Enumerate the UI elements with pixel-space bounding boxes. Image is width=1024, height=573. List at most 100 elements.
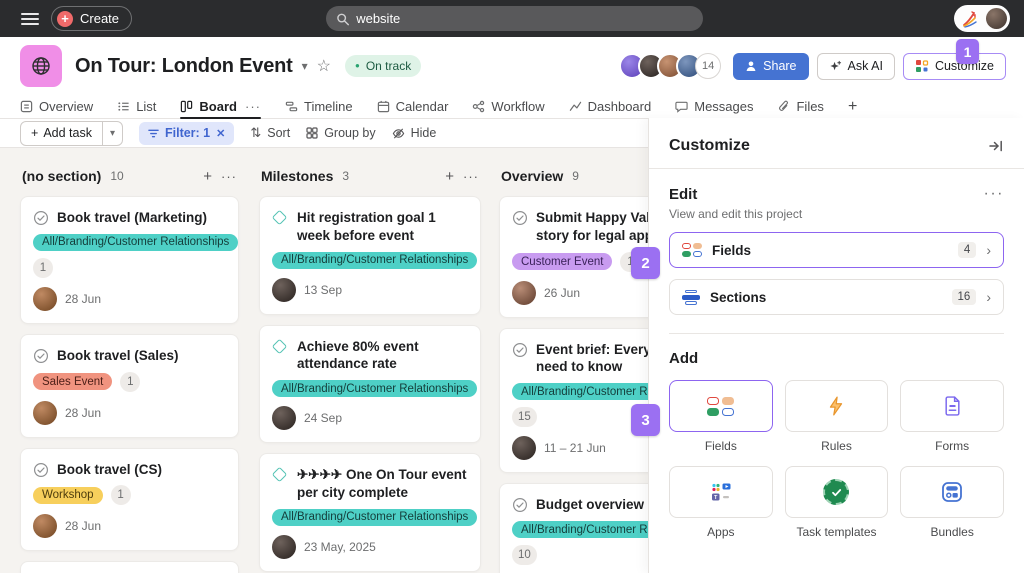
tab-board[interactable]: Board ··· xyxy=(180,95,261,118)
tab-messages[interactable]: Messages xyxy=(675,95,753,118)
task-check-icon[interactable] xyxy=(33,462,49,478)
milestone-diamond-icon[interactable] xyxy=(272,467,288,483)
milestone-card[interactable]: ✈✈✈✈ One On Tour event per city complete… xyxy=(259,453,481,572)
search-bar[interactable] xyxy=(326,6,703,31)
column-menu-icon[interactable]: ··· xyxy=(221,169,237,184)
hide-button[interactable]: Hide xyxy=(392,126,437,140)
add-card-icon[interactable]: + xyxy=(445,168,454,185)
milestone-diamond-icon[interactable] xyxy=(272,210,288,226)
chevron-right-icon: › xyxy=(986,289,991,305)
status-badge[interactable]: ● On track xyxy=(345,55,421,77)
panel-row-fields[interactable]: Fields 4 › xyxy=(669,232,1004,268)
task-title: Achieve 80% event attendance rate xyxy=(297,338,468,374)
add-fields-tile[interactable] xyxy=(669,380,773,432)
add-task-templates-tile[interactable] xyxy=(785,466,889,518)
subtask-count-badge: 10 xyxy=(512,545,537,565)
task-check-icon[interactable] xyxy=(512,497,528,513)
panel-row-sections[interactable]: Sections 16 › xyxy=(669,279,1004,315)
edit-menu-icon[interactable]: ··· xyxy=(984,185,1004,203)
create-button[interactable]: + Create xyxy=(51,6,132,31)
assignee-avatar[interactable] xyxy=(512,436,536,460)
add-card-icon[interactable]: + xyxy=(203,168,212,185)
add-forms-tile[interactable] xyxy=(900,380,1004,432)
project-icon[interactable] xyxy=(20,45,62,87)
tab-label: Calendar xyxy=(396,99,449,114)
assignee-avatar[interactable] xyxy=(33,287,57,311)
clear-filter-icon[interactable]: ✕ xyxy=(216,127,225,140)
tab-files[interactable]: Files xyxy=(777,95,823,118)
sort-button[interactable]: ⇅ Sort xyxy=(250,125,290,141)
assignee-avatar[interactable] xyxy=(512,281,536,305)
collapse-panel-icon[interactable] xyxy=(988,138,1004,154)
tab-calendar[interactable]: Calendar xyxy=(377,95,449,118)
add-apps-tile[interactable]: T xyxy=(669,466,773,518)
milestone-card[interactable]: Hit registration goal 1 week before even… xyxy=(259,196,481,315)
milestone-diamond-icon[interactable] xyxy=(272,338,288,354)
assignee-avatar[interactable] xyxy=(272,406,296,430)
user-account-pill[interactable] xyxy=(954,5,1010,32)
task-card[interactable]: Customer Success DRI (World Tour London,… xyxy=(20,561,239,573)
favorite-star-icon[interactable]: ☆ xyxy=(317,56,331,76)
form-document-icon xyxy=(944,396,961,416)
add-rules-tile[interactable] xyxy=(785,380,889,432)
tile-label: Fields xyxy=(705,439,737,453)
annotation-step-2-badge: 2 xyxy=(631,247,660,279)
member-avatar-stack[interactable]: 14 xyxy=(619,53,721,79)
fields-icon xyxy=(707,397,734,416)
filter-chip[interactable]: Filter: 1 ✕ xyxy=(139,122,234,145)
task-card[interactable]: Book travel (CS) Workshop 1 28 Jun xyxy=(20,448,239,552)
search-input[interactable] xyxy=(356,11,693,26)
assignee-avatar[interactable] xyxy=(272,278,296,302)
customize-button[interactable]: Customize xyxy=(903,53,1006,80)
task-check-icon[interactable] xyxy=(33,348,49,364)
task-check-icon[interactable] xyxy=(512,210,528,226)
task-check-icon[interactable] xyxy=(33,210,49,226)
tab-label: List xyxy=(136,99,156,114)
due-date: 23 May, 2025 xyxy=(304,540,376,554)
share-button[interactable]: Share xyxy=(733,53,808,80)
project-menu-chevron-icon[interactable]: ▾ xyxy=(302,59,308,73)
task-card[interactable]: Book travel (Sales) Sales Event 1 28 Jun xyxy=(20,334,239,438)
tab-overview[interactable]: Overview xyxy=(20,95,93,118)
fields-row-label: Fields xyxy=(712,243,751,258)
sections-row-label: Sections xyxy=(710,290,766,305)
workflow-icon xyxy=(472,100,485,113)
add-bundles-tile[interactable] xyxy=(900,466,1004,518)
task-title: Book travel (Sales) xyxy=(57,347,179,365)
hamburger-menu-icon[interactable] xyxy=(21,13,39,25)
column-name: Overview xyxy=(501,168,563,184)
tab-options-icon[interactable]: ··· xyxy=(245,99,261,114)
subtask-count-badge: 1 xyxy=(120,372,140,392)
assignee-avatar[interactable] xyxy=(33,401,57,425)
tab-dashboard[interactable]: Dashboard xyxy=(569,95,652,118)
apps-logos-icon: T xyxy=(710,482,732,502)
add-task-button[interactable]: + Add task ▾ xyxy=(20,121,123,146)
assignee-avatar[interactable] xyxy=(33,514,57,538)
due-date: 28 Jun xyxy=(65,292,101,306)
task-check-icon[interactable] xyxy=(512,342,528,358)
group-by-label: Group by xyxy=(324,126,375,140)
search-icon xyxy=(336,12,349,26)
task-card[interactable]: Book travel (Marketing) All/Branding/Cus… xyxy=(20,196,239,324)
calendar-icon xyxy=(377,100,390,113)
tab-list[interactable]: List xyxy=(117,95,156,118)
group-by-button[interactable]: Group by xyxy=(306,126,375,140)
milestone-card[interactable]: Achieve 80% event attendance rate All/Br… xyxy=(259,325,481,444)
tab-workflow[interactable]: Workflow xyxy=(472,95,544,118)
plus-icon: + xyxy=(57,11,73,27)
due-date: 28 Jun xyxy=(65,406,101,420)
assignee-avatar[interactable] xyxy=(272,535,296,559)
overview-icon xyxy=(20,100,33,113)
user-avatar xyxy=(986,8,1007,29)
add-task-dropdown-chevron[interactable]: ▾ xyxy=(102,122,122,145)
add-view-button[interactable]: + xyxy=(848,98,857,116)
member-count-badge[interactable]: 14 xyxy=(695,53,721,79)
create-button-label: Create xyxy=(80,11,119,26)
page-title: On Tour: London Event xyxy=(75,55,293,78)
column-menu-icon[interactable]: ··· xyxy=(463,169,479,184)
tag-badge: All/Branding/Customer Relationships xyxy=(272,252,477,269)
ask-ai-button[interactable]: Ask AI xyxy=(817,53,895,80)
tab-timeline[interactable]: Timeline xyxy=(285,95,353,118)
tag-badge: All/Branding/Customer Relationships xyxy=(33,234,238,251)
eye-slash-icon xyxy=(392,127,405,140)
